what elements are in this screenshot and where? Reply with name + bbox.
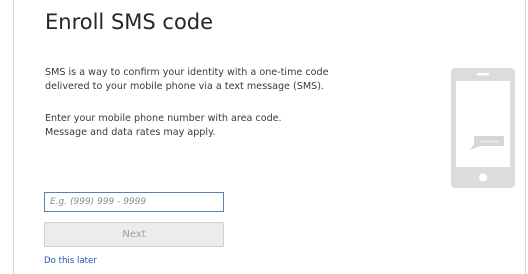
enroll-sms-card: Enroll SMS code SMS is a way to confirm … bbox=[13, 0, 526, 274]
do-this-later-link[interactable]: Do this later bbox=[44, 256, 97, 267]
phone-screen bbox=[456, 81, 510, 167]
sms-description-line: delivered to your mobile phone via a tex… bbox=[45, 81, 324, 92]
phone-home-button bbox=[479, 173, 487, 182]
phone-instructions-line: Enter your mobile phone number with area… bbox=[45, 113, 282, 124]
page-title: Enroll SMS code bbox=[45, 10, 214, 34]
phone-instructions: Enter your mobile phone number with area… bbox=[45, 112, 282, 140]
phone-number-input[interactable] bbox=[44, 192, 224, 212]
sms-bubble-text: xxxxxxx bbox=[480, 140, 499, 145]
next-button[interactable]: Next bbox=[44, 222, 224, 247]
sms-description: SMS is a way to confirm your identity wi… bbox=[45, 66, 329, 94]
rates-disclaimer: Message and data rates may apply. bbox=[45, 127, 216, 138]
smartphone-sms-icon: xxxxxxx bbox=[451, 68, 515, 188]
phone-speaker bbox=[477, 73, 489, 76]
sms-description-line: SMS is a way to confirm your identity wi… bbox=[45, 67, 329, 78]
